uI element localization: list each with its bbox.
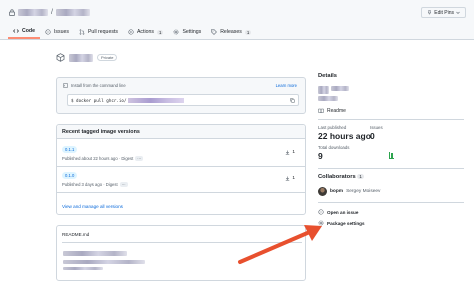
version-row: 0.1.1 Published about 22 hours ago · Dig…: [57, 142, 305, 167]
version-downloads: 1: [285, 150, 295, 155]
tab-label: Settings: [182, 29, 202, 35]
package-title: Private: [56, 53, 118, 62]
download-icon: [286, 150, 290, 155]
readme-text-redacted: [63, 267, 103, 270]
version-download-count: 1: [292, 176, 295, 181]
avatar: [318, 187, 327, 196]
learn-more-link[interactable]: Learn more: [276, 83, 297, 88]
readme-link[interactable]: Readme: [318, 108, 346, 114]
lock-icon: [9, 8, 15, 16]
tab-issues[interactable]: Issues: [40, 25, 74, 39]
readme-box: README.md: [56, 225, 306, 281]
tab-code[interactable]: Code: [8, 25, 40, 39]
collaborator-item[interactable]: bopm Sergey Moiseev: [318, 187, 380, 196]
package-settings-link[interactable]: Package settings: [318, 220, 365, 226]
version-downloads: 1: [285, 176, 295, 181]
tab-releases[interactable]: Releases 1: [206, 25, 256, 39]
divider: [318, 119, 464, 120]
edit-pins-button[interactable]: Edit Pins: [421, 7, 466, 18]
tab-pull-requests[interactable]: Pull requests: [74, 25, 123, 39]
readme-link-label: Readme: [327, 108, 346, 114]
command-text: $ docker pull ghcr.io/: [71, 97, 127, 103]
readme-text-redacted: [63, 260, 145, 264]
divider: [62, 242, 302, 243]
readme-heading-redacted: [63, 251, 127, 256]
versions-title: Recent tagged image versions: [57, 125, 305, 139]
package-name: [69, 53, 93, 62]
issue-icon: [45, 29, 51, 35]
pin-icon: [427, 10, 432, 15]
tab-label: Actions: [136, 29, 154, 35]
total-downloads-value: 9: [318, 151, 323, 161]
copy-icon[interactable]: [290, 98, 295, 103]
download-icon: [286, 176, 290, 181]
collaborators-title: Collaborators 1: [318, 174, 364, 180]
collaborator-login: bopm: [330, 189, 344, 194]
repo-breadcrumb: /: [9, 7, 90, 17]
version-tag[interactable]: 0.1.1: [62, 146, 78, 153]
last-published-value: 22 hours ago: [318, 131, 371, 141]
tab-actions[interactable]: Actions 1: [123, 25, 168, 39]
install-label: Install from the command line: [71, 83, 126, 88]
readme-title: README.md: [62, 232, 90, 237]
package-settings-label: Package settings: [327, 220, 365, 226]
private-badge: Private: [97, 54, 118, 61]
issues-label: Issues: [370, 125, 383, 130]
open-issue-link[interactable]: Open an issue: [318, 209, 358, 215]
version-meta: Published 3 days ago · Digest ···: [62, 182, 128, 187]
book-icon: [318, 108, 324, 114]
open-issue-label: Open an issue: [327, 209, 359, 215]
downloads-graph: [389, 152, 394, 159]
divider: [318, 168, 464, 169]
repo-header: / Edit Pins Code Issues Pull requests Ac…: [0, 0, 474, 40]
pull-request-icon: [79, 29, 85, 35]
owner-name-redacted: [331, 86, 349, 91]
install-box: Install from the command line Learn more…: [56, 77, 306, 114]
breadcrumb-separator: /: [51, 8, 53, 16]
issues-value: 0: [370, 131, 375, 141]
chevron-down-icon: [456, 11, 460, 14]
tab-label: Releases: [220, 29, 242, 35]
terminal-icon: [63, 83, 68, 88]
collaborator-name: Sergey Moiseev: [346, 189, 381, 194]
recent-versions-box: Recent tagged image versions 0.1.1 Publi…: [56, 124, 306, 215]
version-meta-text: Published about 22 hours ago · Digest: [62, 156, 134, 161]
tag-icon: [211, 29, 218, 35]
version-more-button[interactable]: ···: [135, 156, 144, 161]
tab-label: Code: [22, 28, 35, 34]
version-meta: Published about 22 hours ago · Digest ··…: [62, 156, 144, 161]
version-more-button[interactable]: ···: [119, 182, 128, 187]
version-row: 0.1.0 Published 3 days ago · Digest ··· …: [57, 168, 305, 193]
command-redacted: [128, 97, 185, 103]
version-download-count: 1: [292, 150, 295, 155]
edit-pins-label: Edit Pins: [434, 9, 454, 16]
tab-label: Pull requests: [87, 29, 118, 35]
gear-icon: [173, 29, 179, 35]
tab-count: 1: [156, 29, 164, 35]
version-tag[interactable]: 0.1.0: [62, 172, 78, 179]
repo-tabs: Code Issues Pull requests Actions 1 Sett…: [8, 25, 256, 39]
tab-count: 1: [244, 29, 252, 35]
details-title: Details: [318, 73, 338, 79]
collaborators-title-text: Collaborators: [318, 174, 356, 180]
tab-settings[interactable]: Settings: [168, 25, 206, 39]
install-header: Install from the command line: [63, 83, 126, 88]
collaborators-count: 1: [357, 174, 364, 179]
gear-icon: [318, 220, 324, 226]
divider: [318, 202, 464, 203]
package-icon: [56, 53, 65, 62]
last-published-label: Last published: [318, 125, 347, 130]
issue-icon: [318, 209, 324, 215]
owner-link[interactable]: [18, 8, 48, 16]
install-command[interactable]: $ docker pull ghcr.io/: [67, 94, 299, 106]
details-redacted: [318, 96, 338, 101]
tab-label: Issues: [53, 29, 69, 35]
total-downloads-label: Total downloads: [318, 145, 350, 150]
code-icon: [13, 29, 19, 33]
version-meta-text: Published 3 days ago · Digest: [62, 182, 118, 187]
owner-avatar-redacted: [318, 86, 329, 94]
repo-name-link[interactable]: [55, 8, 90, 16]
play-icon: [128, 29, 134, 35]
view-all-versions-link[interactable]: View and manage all versions: [62, 204, 123, 209]
